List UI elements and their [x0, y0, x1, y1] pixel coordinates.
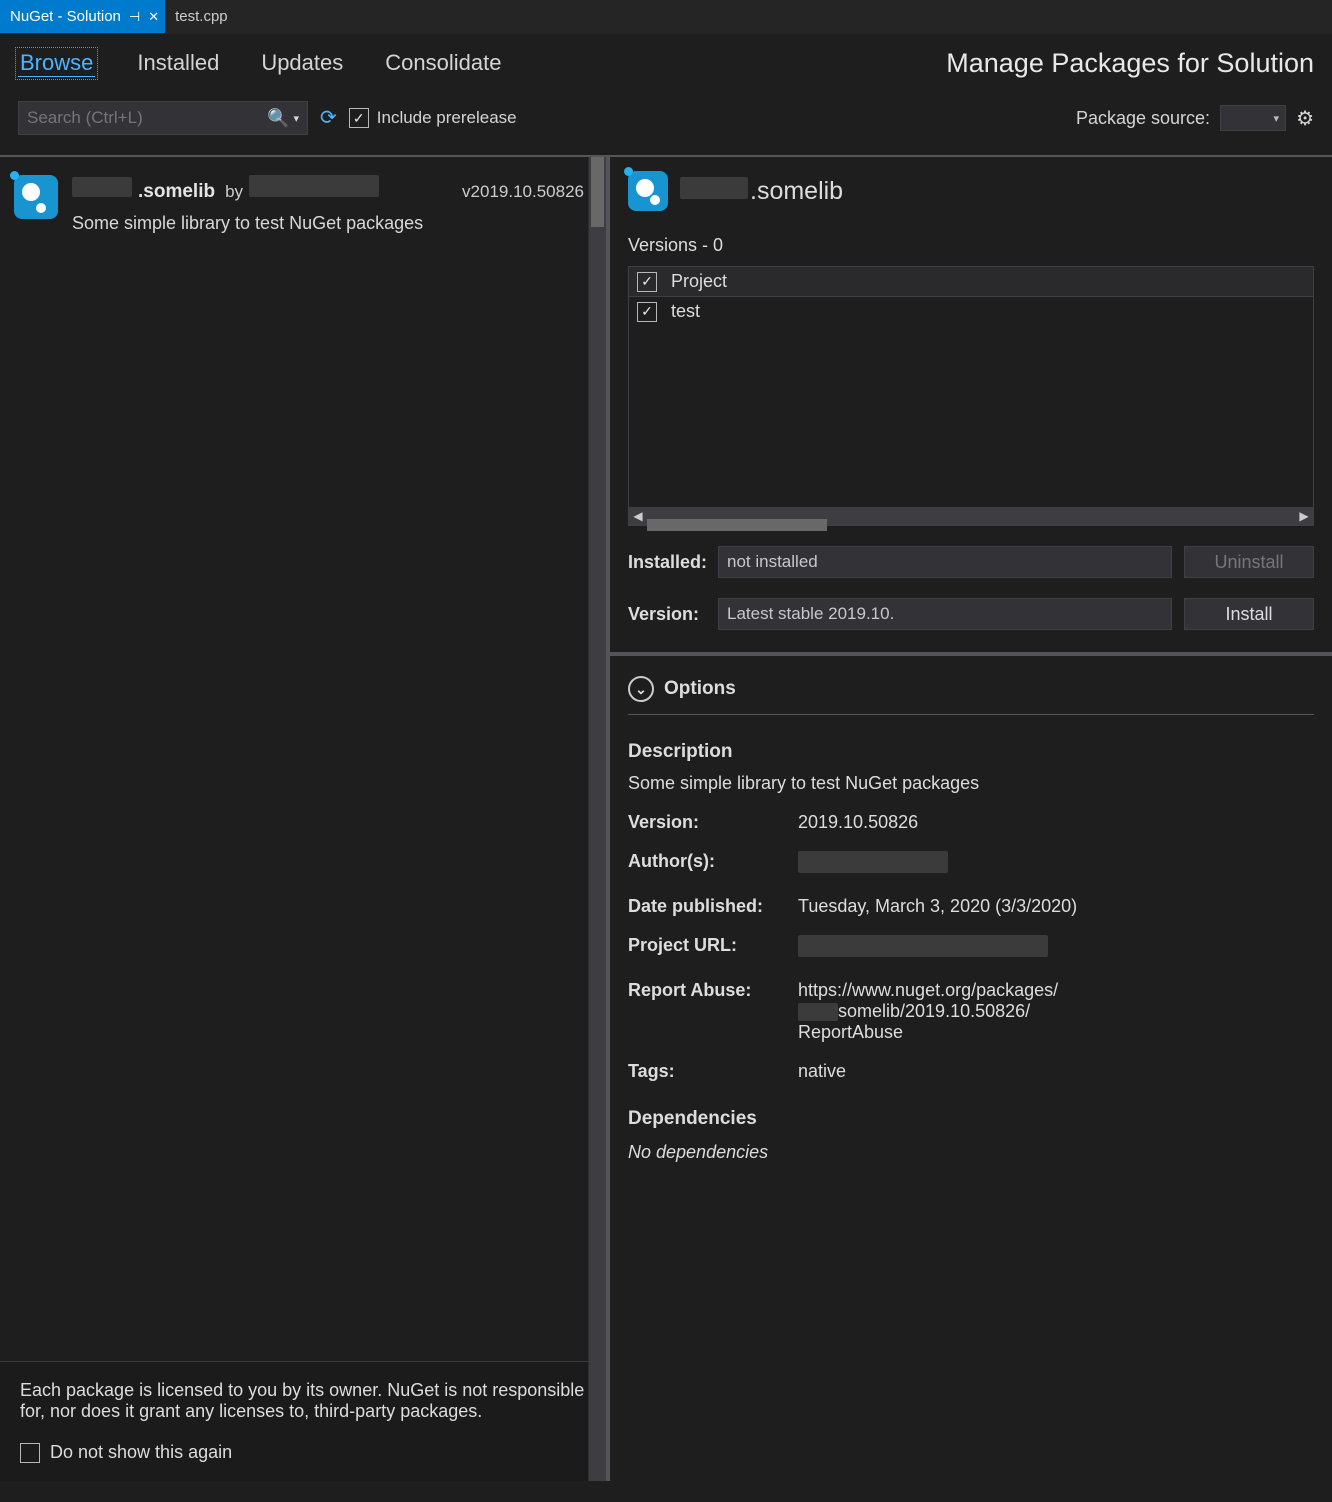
redacted-author [249, 175, 379, 197]
license-text: Each package is licensed to you by its o… [20, 1380, 586, 1422]
detail-splitter[interactable] [610, 652, 1332, 656]
dont-show-checkbox[interactable]: Do not show this again [20, 1442, 586, 1463]
package-detail-pane: .somelib Versions - 0 Project test ◀ ▶ I… [610, 157, 1332, 1481]
project-checkbox[interactable] [637, 302, 657, 322]
uninstall-button[interactable]: Uninstall [1184, 546, 1314, 578]
detail-title: .somelib [680, 177, 843, 206]
meta-authors-value [798, 851, 1314, 878]
meta-projecturl-key: Project URL: [628, 935, 798, 962]
select-all-checkbox[interactable] [637, 272, 657, 292]
redacted-prefix [72, 177, 132, 197]
versions-label: Versions - 0 [628, 235, 1314, 256]
package-description: Some simple library to test NuGet packag… [72, 213, 584, 234]
installed-label: Installed: [628, 552, 706, 573]
tab-test-cpp[interactable]: test.cpp [165, 0, 238, 33]
dependencies-heading: Dependencies [628, 1108, 1314, 1130]
meta-tags-value: native [798, 1061, 1314, 1082]
project-name: test [671, 301, 700, 322]
meta-date-value: Tuesday, March 3, 2020 (3/3/2020) [798, 896, 1314, 917]
version-label: Version: [628, 604, 706, 625]
scrollbar[interactable] [588, 157, 606, 1481]
package-list: .somelib by v2019.10.50826 Some simple l… [0, 157, 598, 1361]
version-dropdown[interactable]: Latest stable 2019.10. [718, 598, 1172, 630]
project-header-row[interactable]: Project [629, 267, 1313, 297]
package-version: v2019.10.50826 [462, 182, 584, 202]
meta-abuse-link[interactable]: https://www.nuget.org/packages/ somelib/… [798, 980, 1314, 1043]
options-label: Options [664, 678, 736, 700]
checkbox-icon[interactable] [20, 1443, 40, 1463]
scroll-right-icon[interactable]: ▶ [1295, 509, 1313, 523]
tab-label: test.cpp [175, 8, 228, 25]
installed-value: not installed [718, 546, 1172, 578]
pin-icon[interactable]: ⊣ [129, 9, 140, 25]
package-icon [14, 175, 58, 219]
meta-abuse-key: Report Abuse: [628, 980, 798, 1043]
prerelease-label: Include prerelease [377, 108, 517, 128]
tab-label: NuGet - Solution [10, 8, 121, 25]
tab-nuget-solution[interactable]: NuGet - Solution ⊣ ✕ [0, 0, 165, 33]
package-source-dropdown[interactable]: ▾ [1220, 105, 1286, 131]
project-header-label: Project [671, 271, 727, 292]
gear-icon[interactable]: ⚙ [1296, 106, 1314, 131]
project-row[interactable]: test [629, 297, 1313, 326]
nav-updates[interactable]: Updates [261, 50, 343, 77]
meta-version-key: Version: [628, 812, 798, 833]
package-icon [628, 171, 668, 211]
meta-version-value: 2019.10.50826 [798, 812, 1314, 833]
options-expander[interactable]: ⌄ Options [628, 676, 1314, 702]
nav-browse[interactable]: Browse [18, 50, 95, 77]
nav-tabs: Browse Installed Updates Consolidate [18, 50, 501, 77]
chevron-down-icon[interactable]: ⌄ [628, 676, 654, 702]
no-dependencies: No dependencies [628, 1142, 1314, 1163]
by-label: by [225, 182, 243, 202]
close-icon[interactable]: ✕ [148, 9, 159, 25]
license-notice: Each package is licensed to you by its o… [0, 1361, 606, 1481]
description-heading: Description [628, 741, 1314, 763]
redacted-prefix [680, 177, 748, 199]
search-dropdown-icon[interactable]: ▾ [293, 112, 299, 125]
document-tabs: NuGet - Solution ⊣ ✕ test.cpp [0, 0, 1332, 34]
checkbox-icon[interactable] [349, 108, 369, 128]
page-title: Manage Packages for Solution [946, 48, 1314, 79]
meta-projecturl-value[interactable] [798, 935, 1314, 962]
search-field[interactable] [27, 108, 267, 128]
nav-installed[interactable]: Installed [137, 50, 219, 77]
scroll-left-icon[interactable]: ◀ [629, 509, 647, 523]
search-icon[interactable]: 🔍 [267, 108, 289, 129]
nav-consolidate[interactable]: Consolidate [385, 50, 501, 77]
thin-divider [628, 714, 1314, 715]
main-split: .somelib by v2019.10.50826 Some simple l… [0, 157, 1332, 1481]
project-table: Project test ◀ ▶ [628, 266, 1314, 526]
install-button[interactable]: Install [1184, 598, 1314, 630]
search-input[interactable]: 🔍 ▾ [18, 101, 308, 135]
package-name: .somelib [138, 181, 215, 203]
meta-authors-key: Author(s): [628, 851, 798, 878]
meta-tags-key: Tags: [628, 1061, 798, 1082]
toolbar: Browse Installed Updates Consolidate Man… [0, 34, 1332, 145]
package-source-label: Package source: [1076, 108, 1210, 129]
package-list-pane: .somelib by v2019.10.50826 Some simple l… [0, 157, 610, 1481]
dont-show-label: Do not show this again [50, 1442, 232, 1463]
description-text: Some simple library to test NuGet packag… [628, 773, 1314, 794]
refresh-icon[interactable]: ⟳ [320, 108, 337, 128]
meta-date-key: Date published: [628, 896, 798, 917]
prerelease-checkbox[interactable]: Include prerelease [349, 108, 517, 128]
detail-header: .somelib [628, 171, 1314, 211]
horizontal-scrollbar[interactable]: ◀ ▶ [629, 507, 1313, 525]
package-item[interactable]: .somelib by v2019.10.50826 Some simple l… [0, 157, 598, 252]
